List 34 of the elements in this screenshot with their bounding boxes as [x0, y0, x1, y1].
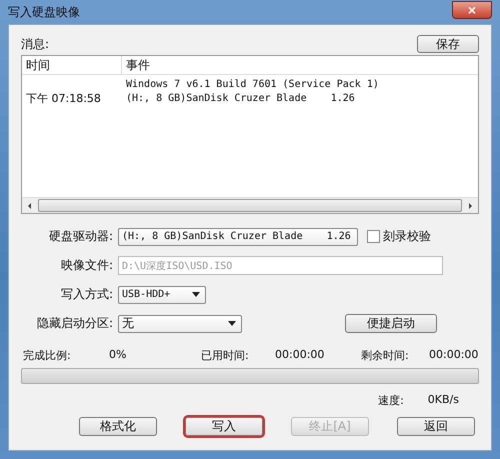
percent-value: 0% — [109, 348, 126, 361]
elapsed-value: 00:00:00 — [275, 348, 324, 361]
write-method-dropdown[interactable]: USB-HDD+ — [118, 286, 206, 304]
percent-label: 完成比例: — [23, 348, 71, 363]
left-arrow-icon[interactable] — [26, 202, 34, 210]
drive-label: 硬盘驱动器: — [48, 228, 113, 245]
action-button[interactable]: 格式化 — [79, 417, 157, 436]
messages-label: 消息: — [21, 36, 50, 53]
speed-value: 0KB/s — [428, 393, 459, 408]
right-arrow-icon[interactable] — [466, 202, 474, 210]
action-button[interactable]: 写入 — [185, 417, 263, 436]
verify-checkbox[interactable]: 刻录校验 — [367, 228, 431, 245]
drive-dropdown[interactable]: (H:, 8 GB)SanDisk Cruzer Blade 1.26 — [118, 228, 358, 246]
scrollbar-thumb[interactable] — [38, 199, 462, 212]
hidden-partition-dropdown[interactable]: 无 — [118, 314, 242, 332]
horizontal-scrollbar[interactable] — [22, 197, 478, 213]
elapsed-label: 已用时间: — [201, 348, 249, 363]
speed-label: 速度: — [378, 393, 404, 408]
remaining-label: 剩余时间: — [361, 348, 409, 363]
caret-icon — [192, 292, 200, 297]
time-cell: 下午 07:18:58 — [26, 92, 101, 104]
save-button[interactable]: 保存 — [417, 35, 479, 53]
column-header[interactable]: 时间 — [22, 56, 122, 74]
event-cell: (H:, 8 GB)SanDisk Cruzer Blade 1.26 — [126, 92, 355, 104]
window-title: 写入硬盘映像 — [8, 4, 80, 20]
column-header[interactable]: 事件 — [122, 56, 150, 74]
event-cell: Windows 7 v6.1 Build 7601 (Service Pack 1) — [126, 78, 379, 90]
quick-boot-button[interactable]: 便捷启动 — [345, 314, 437, 333]
write-method-label: 写入方式: — [60, 286, 113, 303]
action-button[interactable]: 返回 — [397, 417, 475, 436]
hidden-partition-label: 隐藏启动分区: — [36, 315, 113, 332]
caret-icon — [228, 321, 236, 326]
image-file-label: 映像文件: — [60, 257, 113, 274]
remaining-value: 00:00:00 — [429, 348, 478, 361]
